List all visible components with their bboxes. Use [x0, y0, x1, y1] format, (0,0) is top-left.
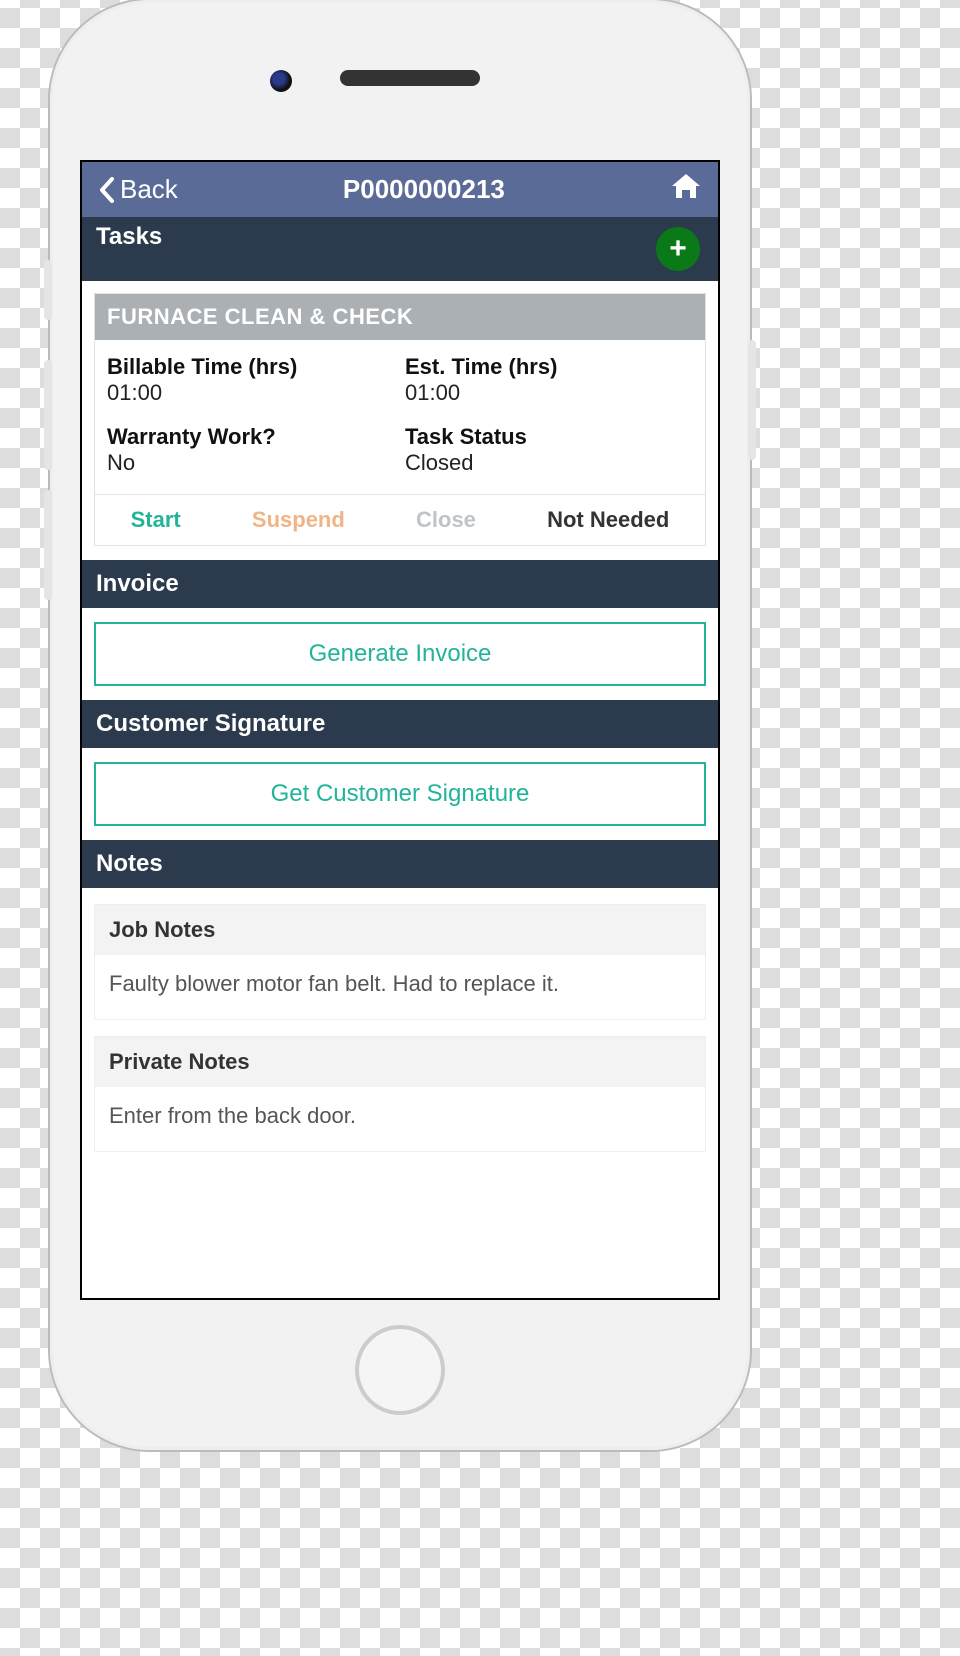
add-task-button[interactable]: + — [656, 227, 700, 271]
warranty-label: Warranty Work? — [107, 424, 395, 450]
signature-heading: Customer Signature — [82, 700, 718, 748]
task-status-label: Task Status — [405, 424, 693, 450]
job-notes-title: Job Notes — [95, 905, 705, 955]
task-title: FURNACE CLEAN & CHECK — [95, 294, 705, 340]
job-notes-body[interactable]: Faulty blower motor fan belt. Had to rep… — [95, 955, 705, 1019]
page-title: P0000000213 — [343, 174, 505, 205]
back-button[interactable]: Back — [98, 174, 178, 205]
home-icon — [670, 172, 702, 200]
est-time-label: Est. Time (hrs) — [405, 354, 693, 380]
phone-side-button — [44, 360, 52, 470]
chevron-left-icon — [98, 177, 116, 203]
task-actions: Start Suspend Close Not Needed — [95, 494, 705, 545]
get-signature-button[interactable]: Get Customer Signature — [94, 762, 706, 826]
phone-home-button — [355, 1325, 445, 1415]
task-card: FURNACE CLEAN & CHECK Billable Time (hrs… — [94, 293, 706, 546]
back-label: Back — [120, 174, 178, 205]
plus-icon: + — [669, 232, 687, 266]
tasks-heading: Tasks + — [82, 217, 718, 281]
notes-heading: Notes — [82, 840, 718, 888]
phone-speaker — [340, 70, 480, 86]
app-screen: Back P0000000213 Tasks + FURNACE CLEAN &… — [80, 160, 720, 1300]
est-time-value: 01:00 — [405, 380, 693, 406]
not-needed-button[interactable]: Not Needed — [547, 507, 669, 533]
phone-mockup: Back P0000000213 Tasks + FURNACE CLEAN &… — [50, 0, 750, 1450]
task-details: Billable Time (hrs) 01:00 Est. Time (hrs… — [95, 340, 705, 494]
home-button[interactable] — [670, 172, 702, 207]
title-bar: Back P0000000213 — [82, 162, 718, 217]
billable-time-value: 01:00 — [107, 380, 395, 406]
warranty-value: No — [107, 450, 395, 476]
job-notes-card: Job Notes Faulty blower motor fan belt. … — [94, 904, 706, 1020]
phone-camera — [270, 70, 292, 92]
phone-side-button — [44, 490, 52, 600]
task-status-value: Closed — [405, 450, 693, 476]
invoice-heading: Invoice — [82, 560, 718, 608]
start-button[interactable]: Start — [131, 507, 181, 533]
private-notes-body[interactable]: Enter from the back door. — [95, 1087, 705, 1151]
suspend-button[interactable]: Suspend — [252, 507, 345, 533]
phone-side-button — [748, 340, 756, 460]
tasks-content: FURNACE CLEAN & CHECK Billable Time (hrs… — [82, 281, 718, 546]
private-notes-card: Private Notes Enter from the back door. — [94, 1036, 706, 1152]
close-button[interactable]: Close — [416, 507, 476, 533]
billable-time-label: Billable Time (hrs) — [107, 354, 395, 380]
phone-side-button — [44, 260, 52, 320]
private-notes-title: Private Notes — [95, 1037, 705, 1087]
tasks-heading-label: Tasks — [96, 223, 162, 250]
generate-invoice-button[interactable]: Generate Invoice — [94, 622, 706, 686]
